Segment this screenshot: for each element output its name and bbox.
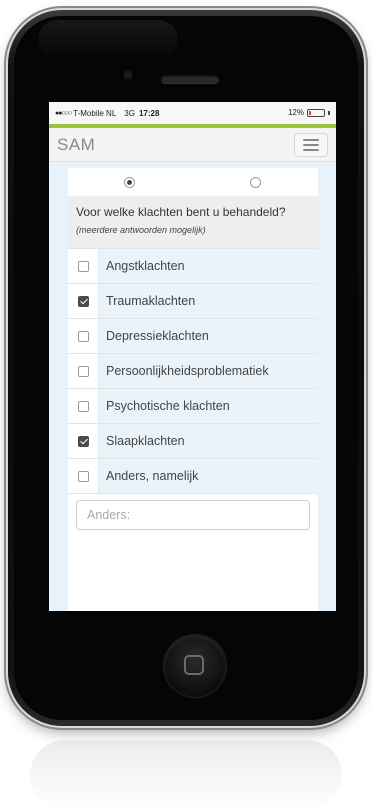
radio-row [68,168,318,196]
status-bar: ●●○○○ T-Mobile NL 3G 17:28 12% [49,102,336,124]
battery-percent: 12% [287,108,304,117]
earpiece-speaker [161,75,219,83]
option-check-cell [68,354,98,388]
network-type: 3G [124,108,135,118]
option-check-cell [68,249,98,283]
phone-screen: ●●○○○ T-Mobile NL 3G 17:28 12% SAM Voor … [49,102,336,611]
home-square-icon [184,655,204,675]
carrier-name: T-Mobile NL [73,108,117,118]
other-input-row [68,493,318,536]
hamburger-icon-line [303,143,319,146]
question-hint: (meerdere antwoorden mogelijk) [76,225,206,235]
option-row[interactable]: Psychotische klachten [68,388,318,423]
option-label[interactable]: Depressieklachten [98,319,318,353]
hamburger-icon-line [303,148,319,151]
checkbox[interactable] [77,295,89,307]
option-label[interactable]: Angstklachten [98,249,318,283]
front-camera [123,70,133,80]
home-button[interactable] [164,635,226,697]
option-row[interactable]: Angstklachten [68,248,318,283]
battery-indicator: 12% [288,108,330,117]
options-list: Angstklachten Traumaklachten Depressiekl… [68,248,318,493]
option-row[interactable]: Traumaklachten [68,283,318,318]
option-label[interactable]: Slaapklachten [98,424,318,458]
battery-icon [307,108,325,117]
option-check-cell [68,424,98,458]
option-row[interactable]: Anders, namelijk [68,458,318,493]
content-area: Voor welke klachten bent u behandeld? (m… [49,164,336,611]
option-label[interactable]: Persoonlijkheidsproblematiek [98,354,318,388]
question-block: Voor welke klachten bent u behandeld? (m… [68,196,318,248]
option-check-cell [68,389,98,423]
option-check-cell [68,319,98,353]
option-row[interactable]: Persoonlijkheidsproblematiek [68,353,318,388]
navbar: SAM [49,128,336,162]
checkbox[interactable] [77,365,89,377]
phone-reflection [30,740,342,810]
radio-option[interactable] [250,177,261,188]
option-check-cell [68,284,98,318]
phone-shine [38,20,178,60]
option-row[interactable]: Depressieklachten [68,318,318,353]
question-card: Voor welke klachten bent u behandeld? (m… [68,168,318,611]
menu-toggle-button[interactable] [294,132,328,157]
option-row[interactable]: Slaapklachten [68,423,318,458]
checkbox[interactable] [77,435,89,447]
checkbox[interactable] [77,260,89,272]
question-text: Voor welke klachten bent u behandeld? [76,205,286,219]
hamburger-icon-line [303,138,319,141]
checkbox[interactable] [77,470,89,482]
checkbox[interactable] [77,330,89,342]
checkbox[interactable] [77,400,89,412]
other-text-input[interactable] [76,500,310,530]
option-check-cell [68,459,98,493]
battery-fill [309,110,311,115]
option-label[interactable]: Psychotische klachten [98,389,318,423]
radio-option[interactable] [124,177,135,188]
signal-strength-icon: ●●○○○ [55,109,72,117]
app-brand[interactable]: SAM [57,135,95,155]
battery-tip [328,110,330,115]
status-time: 17:28 [138,108,160,118]
option-label[interactable]: Anders, namelijk [98,459,318,493]
option-label[interactable]: Traumaklachten [98,284,318,318]
